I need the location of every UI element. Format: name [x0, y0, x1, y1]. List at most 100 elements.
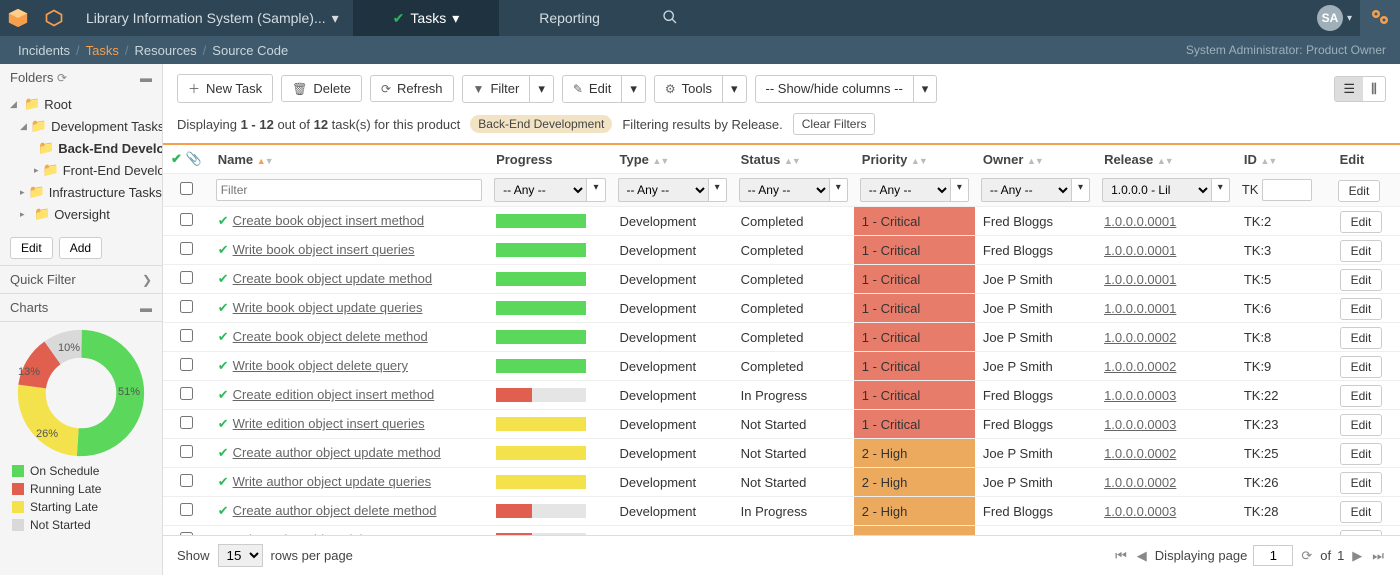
col-owner[interactable]: Owner ▲▼ — [975, 145, 1096, 174]
prev-page-icon[interactable]: ◀ — [1135, 548, 1149, 564]
task-name-link[interactable]: Create author object delete method — [233, 503, 437, 518]
chevron-down-icon[interactable]: ▾ — [587, 178, 605, 202]
filter-owner[interactable]: -- Any -- — [981, 178, 1072, 202]
release-link[interactable]: 1.0.0.0.0003 — [1104, 388, 1176, 403]
subnav-source-code[interactable]: Source Code — [208, 43, 292, 58]
task-name-link[interactable]: Write author object update queries — [233, 474, 432, 489]
subnav-tasks[interactable]: Tasks — [82, 43, 123, 58]
tools-button[interactable]: ⚙Tools▾ — [654, 75, 747, 103]
row-edit-button[interactable]: Edit — [1340, 240, 1383, 262]
row-edit-button[interactable]: Edit — [1340, 501, 1383, 523]
clear-filters-button[interactable]: Clear Filters — [793, 113, 876, 135]
filter-name-input[interactable] — [216, 179, 482, 201]
filter-progress[interactable]: -- Any -- — [494, 178, 587, 202]
edit-button[interactable]: ✎Edit▾ — [562, 75, 646, 103]
last-page-icon[interactable]: ⏭ — [1370, 548, 1386, 564]
charts-header[interactable]: Charts ▬ — [0, 293, 162, 321]
folders-header[interactable]: Folders ⟳ ▬ — [0, 64, 162, 91]
release-link[interactable]: 1.0.0.0.0002 — [1104, 330, 1176, 345]
chevron-down-icon[interactable]: ▾ — [622, 75, 646, 103]
filter-button[interactable]: ▼Filter▾ — [462, 75, 554, 103]
col-priority[interactable]: Priority ▲▼ — [854, 145, 975, 174]
row-checkbox[interactable] — [180, 213, 193, 226]
filter-status[interactable]: -- Any -- — [739, 178, 830, 202]
tree-backend[interactable]: 📁Back-End Develo — [6, 137, 162, 159]
task-name-link[interactable]: Create book object insert method — [233, 213, 425, 228]
first-page-icon[interactable]: ⏮ — [1113, 548, 1129, 564]
show-hide-columns[interactable]: -- Show/hide columns --▾ — [755, 75, 938, 103]
release-link[interactable]: 1.0.0.0.0001 — [1104, 272, 1176, 287]
chevron-down-icon[interactable]: ▾ — [830, 178, 848, 202]
chevron-down-icon[interactable]: ▾ — [914, 75, 938, 103]
col-release[interactable]: Release ▲▼ — [1096, 145, 1236, 174]
release-link[interactable]: 1.0.0.0.0002 — [1104, 359, 1176, 374]
chevron-down-icon[interactable]: ▾ — [530, 75, 554, 103]
filter-id-input[interactable] — [1262, 179, 1312, 201]
chevron-down-icon[interactable]: ▾ — [1212, 178, 1230, 202]
col-progress[interactable]: Progress — [488, 145, 611, 174]
task-name-link[interactable]: Create book object delete method — [233, 329, 428, 344]
tab-reporting[interactable]: Reporting — [499, 0, 640, 36]
task-name-link[interactable]: Create author object update method — [233, 445, 441, 460]
row-checkbox[interactable] — [180, 503, 193, 516]
next-page-icon[interactable]: ▶ — [1350, 548, 1364, 564]
tree-dev-tasks[interactable]: ◢📁Development Tasks — [6, 115, 162, 137]
filter-edit-button[interactable]: Edit — [1338, 180, 1381, 202]
row-checkbox[interactable] — [180, 474, 193, 487]
row-edit-button[interactable]: Edit — [1340, 385, 1383, 407]
col-status[interactable]: Status ▲▼ — [733, 145, 854, 174]
col-type[interactable]: Type ▲▼ — [612, 145, 733, 174]
release-link[interactable]: 1.0.0.0.0001 — [1104, 301, 1176, 316]
tab-tasks[interactable]: ✔ Tasks ▾ — [353, 0, 500, 36]
product-selector[interactable]: Library Information System (Sample)... ▾ — [72, 0, 353, 36]
row-checkbox[interactable] — [180, 416, 193, 429]
new-task-button[interactable]: ＋New Task — [177, 74, 273, 103]
row-checkbox[interactable] — [180, 329, 193, 342]
row-checkbox[interactable] — [180, 387, 193, 400]
refresh-button[interactable]: ⟳Refresh — [370, 75, 454, 102]
release-link[interactable]: 1.0.0.0.0003 — [1104, 504, 1176, 519]
task-name-link[interactable]: Write edition object insert queries — [233, 416, 425, 431]
row-edit-button[interactable]: Edit — [1340, 472, 1383, 494]
filter-priority[interactable]: -- Any -- — [860, 178, 951, 202]
chevron-down-icon[interactable]: ▾ — [723, 75, 747, 103]
release-link[interactable]: 1.0.0.0.0001 — [1104, 243, 1176, 258]
admin-gears-icon[interactable] — [1360, 0, 1400, 36]
page-input[interactable] — [1253, 545, 1293, 566]
row-checkbox[interactable] — [180, 242, 193, 255]
task-name-link[interactable]: Write book object update queries — [233, 300, 423, 315]
app-logo[interactable] — [0, 0, 36, 36]
row-checkbox[interactable] — [180, 271, 193, 284]
task-name-link[interactable]: Write book object delete query — [233, 358, 408, 373]
tree-frontend[interactable]: ▸📁Front-End Develo — [6, 159, 162, 181]
chevron-down-icon[interactable]: ▾ — [709, 178, 727, 202]
row-edit-button[interactable]: Edit — [1340, 356, 1383, 378]
subnav-incidents[interactable]: Incidents — [14, 43, 74, 58]
task-name-link[interactable]: Create edition object insert method — [233, 387, 435, 402]
row-checkbox[interactable] — [180, 358, 193, 371]
board-view-icon[interactable]: ⫼ — [1363, 77, 1385, 101]
row-edit-button[interactable]: Edit — [1340, 269, 1383, 291]
filter-release[interactable]: 1.0.0.0 - Lil — [1102, 178, 1212, 202]
collapse-icon[interactable]: ▬ — [140, 301, 152, 315]
user-menu[interactable]: SA ▾ — [1309, 5, 1360, 31]
check-icon[interactable]: ✔ — [171, 151, 182, 166]
folder-add-button[interactable]: Add — [59, 237, 102, 259]
list-view-icon[interactable]: ☰ — [1335, 77, 1363, 101]
row-edit-button[interactable]: Edit — [1340, 298, 1383, 320]
chevron-down-icon[interactable]: ▾ — [1072, 178, 1090, 202]
tree-infra[interactable]: ▸📁Infrastructure Tasks — [6, 181, 162, 203]
col-name[interactable]: Name ▲▼ — [210, 145, 488, 174]
row-edit-button[interactable]: Edit — [1340, 414, 1383, 436]
quick-filter-header[interactable]: Quick Filter ❯ — [0, 265, 162, 293]
collapse-icon[interactable]: ▬ — [140, 71, 152, 85]
release-link[interactable]: 1.0.0.0.0002 — [1104, 475, 1176, 490]
row-edit-button[interactable]: Edit — [1340, 327, 1383, 349]
filter-type[interactable]: -- Any -- — [618, 178, 709, 202]
task-name-link[interactable]: Create book object update method — [233, 271, 432, 286]
row-edit-button[interactable]: Edit — [1340, 211, 1383, 233]
hex-icon[interactable] — [36, 0, 72, 36]
row-checkbox[interactable] — [180, 300, 193, 313]
rows-per-page-select[interactable]: 15 — [218, 544, 263, 567]
col-id[interactable]: ID ▲▼ — [1236, 145, 1332, 174]
